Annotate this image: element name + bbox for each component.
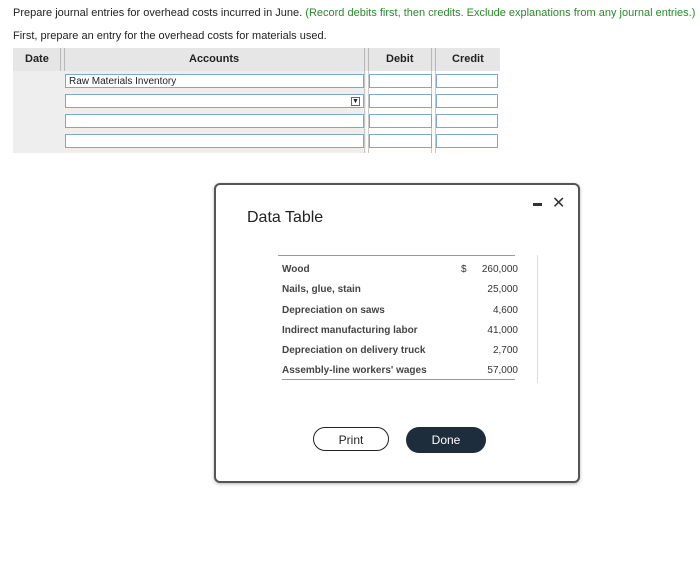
table-row: Indirect manufacturing labor 41,000 [282, 322, 522, 342]
account-select-row-2[interactable]: ▼ [65, 94, 364, 108]
row-label: Nails, glue, stain [282, 284, 361, 295]
header-date: Date [25, 53, 49, 65]
header-divider [60, 48, 65, 71]
print-button[interactable]: Print [313, 427, 389, 451]
row-label: Depreciation on delivery truck [282, 345, 426, 356]
row-value: 4,600 [492, 305, 518, 316]
currency-symbol: $ [461, 264, 467, 275]
header-divider [364, 48, 369, 71]
account-value: Raw Materials Inventory [69, 76, 177, 87]
row-value: 2,700 [492, 345, 518, 356]
account-input-row-1[interactable]: Raw Materials Inventory [65, 74, 364, 88]
debit-input-row-2[interactable] [369, 94, 432, 108]
row-label: Assembly-line workers' wages [282, 365, 427, 376]
modal-title: Data Table [247, 209, 324, 226]
journal-header: Date Accounts Debit Credit [13, 48, 500, 71]
data-table-modal: Data Table ✕ Wood $ 260,000 Nails, glue,… [214, 183, 580, 483]
header-accounts: Accounts [189, 53, 240, 65]
table-side-rule [537, 255, 538, 383]
debit-input-row-3[interactable] [369, 114, 432, 128]
row-value: 57,000 [487, 365, 518, 376]
table-top-rule [278, 255, 515, 256]
table-row: Wood $ 260,000 [282, 261, 522, 281]
date-column [13, 71, 61, 153]
table-row: Depreciation on saws 4,600 [282, 302, 522, 322]
row-value: 25,000 [487, 284, 518, 295]
journal-table: Date Accounts Debit Credit Raw Materials… [13, 48, 500, 153]
credit-input-row-3[interactable] [436, 114, 498, 128]
debit-input-row-4[interactable] [369, 134, 432, 148]
instruction-sub: First, prepare an entry for the overhead… [13, 30, 327, 42]
header-debit: Debit [386, 53, 414, 65]
row-label: Indirect manufacturing labor [282, 325, 418, 336]
debit-input-row-1[interactable] [369, 74, 432, 88]
credit-input-row-1[interactable] [436, 74, 498, 88]
table-row: Depreciation on delivery truck 2,700 [282, 342, 522, 362]
instruction-note: (Record debits first, then credits. Excl… [305, 7, 696, 19]
account-input-row-3[interactable] [65, 114, 364, 128]
row-value: 260,000 [481, 264, 518, 275]
credit-input-row-2[interactable] [436, 94, 498, 108]
table-row: Nails, glue, stain 25,000 [282, 281, 522, 301]
instructions: Prepare journal entries for overhead cos… [13, 7, 695, 19]
close-icon[interactable]: ✕ [552, 193, 565, 213]
row-label: Wood [282, 264, 310, 275]
row-value: 41,000 [487, 325, 518, 336]
header-credit: Credit [452, 53, 484, 65]
header-divider [431, 48, 436, 71]
chevron-down-icon[interactable]: ▼ [351, 97, 360, 106]
account-input-row-4[interactable] [65, 134, 364, 148]
instruction-main: Prepare journal entries for overhead cos… [13, 7, 303, 19]
credit-input-row-4[interactable] [436, 134, 498, 148]
table-bottom-rule [282, 379, 515, 380]
data-table: Wood $ 260,000 Nails, glue, stain 25,000… [258, 255, 541, 383]
minimize-icon[interactable] [533, 203, 542, 206]
done-button[interactable]: Done [406, 427, 486, 453]
row-label: Depreciation on saws [282, 305, 385, 316]
